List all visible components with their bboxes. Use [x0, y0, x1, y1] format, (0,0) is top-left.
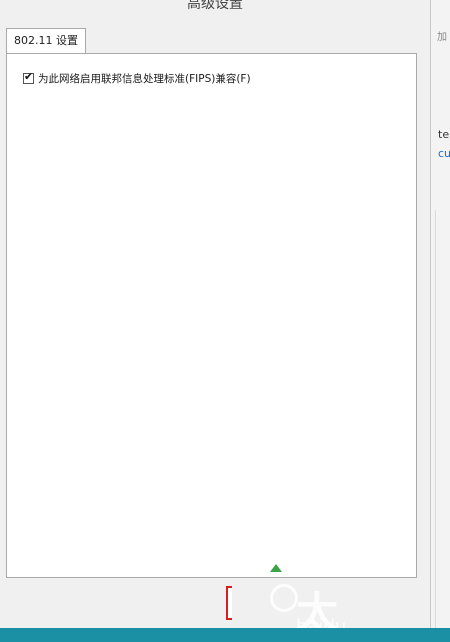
- tab-802-11-settings[interactable]: 802.11 设置: [6, 28, 86, 54]
- background-text-fragment: 加: [437, 32, 447, 43]
- dialog-footer: [0, 580, 430, 628]
- checkmark-icon: ✔: [24, 70, 34, 83]
- taskbar: [0, 628, 450, 642]
- background-window: 加 te cu: [430, 0, 450, 642]
- advanced-settings-dialog: 高级设置 802.11 设置 ✔ 为此网络启用联邦信息处理标准(FIPS)兼容(…: [0, 0, 431, 642]
- ok-button[interactable]: [226, 586, 232, 620]
- title-bar[interactable]: 高级设置: [0, 0, 430, 12]
- fips-option[interactable]: ✔ 为此网络启用联邦信息处理标准(FIPS)兼容(F): [23, 70, 251, 86]
- background-text-fragment: te: [438, 128, 450, 141]
- tab-panel: ✔ 为此网络启用联邦信息处理标准(FIPS)兼容(F): [6, 53, 417, 578]
- fips-checkbox-label[interactable]: 为此网络启用联邦信息处理标准(FIPS)兼容(F): [38, 71, 251, 86]
- divider: [435, 210, 436, 630]
- fips-checkbox[interactable]: ✔: [23, 70, 34, 84]
- background-link-fragment[interactable]: cu: [438, 147, 450, 160]
- dialog-title: 高级设置: [187, 0, 243, 12]
